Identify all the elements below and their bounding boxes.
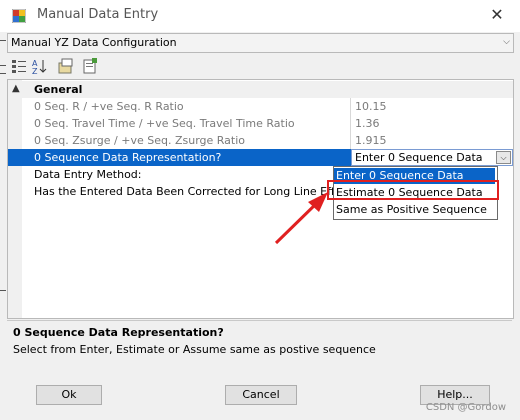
collapse-icon[interactable]: ▲ bbox=[12, 83, 20, 94]
dropdown-option-label: Same as Positive Sequence bbox=[336, 203, 487, 216]
annotation-highlight-box bbox=[327, 180, 499, 200]
property-pages-icon[interactable] bbox=[57, 57, 75, 75]
column-divider bbox=[350, 98, 351, 115]
description-panel: 0 Sequence Data Representation? Select f… bbox=[7, 320, 512, 381]
app-icon bbox=[12, 9, 26, 23]
property-row[interactable]: 0 Seq. Zsurge / +ve Seq. Zsurge Ratio 1.… bbox=[8, 132, 513, 149]
category-general[interactable]: ▲ General bbox=[8, 81, 513, 98]
column-divider bbox=[350, 115, 351, 132]
window-title: Manual Data Entry bbox=[37, 7, 159, 22]
property-grid-toolbar: A Z bbox=[7, 54, 512, 78]
annotation-arrow-icon bbox=[274, 192, 328, 245]
background-line bbox=[0, 73, 6, 74]
title-bar: Manual Data Entry ✕ bbox=[0, 0, 520, 32]
description-title: 0 Sequence Data Representation? bbox=[13, 326, 224, 339]
close-icon[interactable]: ✕ bbox=[484, 3, 510, 27]
background-line bbox=[0, 290, 6, 291]
property-name: Data Entry Method: bbox=[34, 168, 142, 181]
property-value: Enter 0 Sequence Data bbox=[355, 151, 483, 164]
background-line bbox=[0, 40, 6, 41]
column-divider bbox=[350, 132, 351, 149]
property-name: 0 Seq. R / +ve Seq. R Ratio bbox=[34, 100, 184, 113]
property-value: 1.915 bbox=[355, 134, 387, 147]
configuration-select[interactable]: Manual YZ Data Configuration ⌵ bbox=[7, 33, 514, 53]
property-value: 10.15 bbox=[355, 100, 387, 113]
events-icon[interactable] bbox=[81, 57, 99, 75]
dropdown-button-icon[interactable]: ⌵ bbox=[496, 151, 511, 164]
chevron-down-icon: ⌵ bbox=[503, 37, 510, 47]
watermark: CSDN @Gordow bbox=[425, 402, 506, 413]
category-label: General bbox=[34, 83, 83, 96]
dropdown-option[interactable]: Same as Positive Sequence bbox=[334, 202, 495, 218]
categorized-icon[interactable] bbox=[10, 57, 28, 75]
property-name: 0 Seq. Zsurge / +ve Seq. Zsurge Ratio bbox=[34, 134, 246, 147]
property-row[interactable]: 0 Seq. R / +ve Seq. R Ratio 10.15 bbox=[8, 98, 513, 115]
property-value: 1.36 bbox=[355, 117, 380, 130]
configuration-select-value: Manual YZ Data Configuration bbox=[11, 36, 177, 49]
property-row-selected[interactable]: 0 Sequence Data Representation? Enter 0 … bbox=[8, 149, 513, 166]
sequence-representation-select[interactable]: Enter 0 Sequence Data ⌵ bbox=[351, 149, 513, 166]
svg-text:Z: Z bbox=[32, 67, 38, 75]
cancel-button[interactable]: Cancel bbox=[225, 385, 297, 405]
background-line bbox=[0, 65, 6, 66]
property-name: 0 Seq. Travel Time / +ve Seq. Travel Tim… bbox=[34, 117, 295, 130]
ok-button[interactable]: Ok bbox=[36, 385, 102, 405]
property-row[interactable]: 0 Seq. Travel Time / +ve Seq. Travel Tim… bbox=[8, 115, 513, 132]
alphabetical-icon[interactable]: A Z bbox=[31, 57, 49, 75]
description-text: Select from Enter, Estimate or Assume sa… bbox=[13, 343, 376, 356]
property-name: 0 Sequence Data Representation? bbox=[34, 151, 222, 164]
